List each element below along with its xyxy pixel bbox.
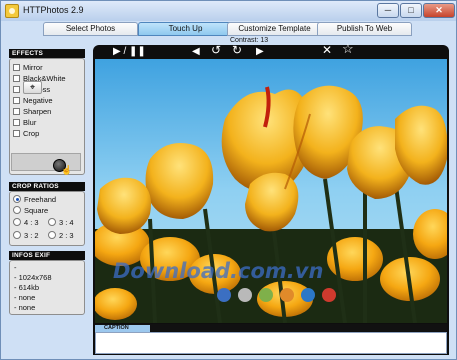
radio-icon[interactable] [13,231,21,240]
watermark-dot [259,288,273,302]
effect-negative[interactable]: Negative [13,96,53,106]
ratio-3-2[interactable]: 3 : 2 [13,231,39,241]
close-button[interactable]: ✕ [423,3,455,18]
crosshair-button[interactable]: ⌖ [23,81,42,94]
checkbox-icon[interactable] [13,118,20,126]
caption-label: CAPTION [95,325,150,332]
tulip-photo[interactable]: Download.com.vn [95,59,447,323]
effect-crop[interactable]: Crop [13,129,39,139]
tulip-image [95,59,447,323]
watermark-text: Download.com.vn [113,259,324,283]
radio-icon[interactable] [48,218,56,227]
ratio-square[interactable]: Square [13,206,48,216]
exif-header: INFOS EXIF [9,251,85,260]
tab-select-photos[interactable]: Select Photos [43,22,138,36]
watermark-dot [217,288,231,302]
caption-input[interactable] [95,332,447,354]
radio-icon[interactable] [13,218,21,227]
effect-sharpen[interactable]: Sharpen [13,107,51,117]
rotate-left-icon[interactable]: ↺ [211,44,221,56]
crosshair-icon: ⌖ [29,82,36,92]
checkbox-icon[interactable] [13,96,20,104]
exif-line: - [14,263,17,272]
radio-icon[interactable] [13,206,21,215]
checkbox-icon[interactable] [13,74,20,82]
crop-ratios-panel: Freehand Square 4 : 3 3 : 4 3 : 2 2 : 3 [9,191,85,246]
window-title: HTTPhotos 2.9 [23,5,84,15]
ratio-3-4[interactable]: 3 : 4 [48,218,74,228]
minimize-button[interactable]: ─ [377,3,399,18]
play-pause-button[interactable]: ▶ / ❚❚ [113,47,146,57]
watermark-dots [217,288,336,304]
next-icon[interactable]: ▶ [256,47,264,57]
rotate-right-icon[interactable]: ↻ [232,44,242,56]
exif-line: - 1024x768 [14,273,52,282]
tab-publish-to-web[interactable]: Publish To Web [317,22,412,36]
tab-touch-up[interactable]: Touch Up [138,22,233,36]
watermark-dot [301,288,315,302]
hand-cursor-icon: ☝ [61,165,73,175]
app-icon [5,4,19,18]
checkbox-icon[interactable] [13,107,20,115]
effects-header: EFFECTS [9,49,85,58]
effect-blur[interactable]: Blur [13,118,36,128]
ratio-freehand[interactable]: Freehand [13,195,56,205]
ratio-4-3[interactable]: 4 : 3 [13,218,39,228]
radio-icon[interactable] [48,231,56,240]
exif-line: - 614kb [14,283,40,292]
exif-line: - none [14,303,36,312]
exif-line: - none [14,293,36,302]
watermark-dot [238,288,252,302]
maximize-button[interactable]: □ [400,3,422,18]
title-bar[interactable]: HTTPhotos 2.9 ─ □ ✕ [1,1,456,21]
effect-mirror[interactable]: Mirror [13,63,43,73]
watermark-dot [322,288,336,302]
previous-icon[interactable]: ◀ [192,47,200,57]
checkbox-icon[interactable] [13,85,20,93]
checkbox-icon[interactable] [13,129,20,137]
crop-ratios-header: CROP RATIOS [9,182,85,191]
delete-icon[interactable]: ✕ [322,44,332,56]
ratio-2-3[interactable]: 2 : 3 [48,231,74,241]
checkbox-icon[interactable] [13,63,20,71]
tab-customize-template[interactable]: Customize Template [227,22,322,36]
watermark-dot [280,288,294,302]
favorite-star-icon[interactable]: ☆ [342,42,354,55]
radio-icon[interactable] [13,195,21,204]
exif-panel: - - 1024x768 - 614kb - none - none [9,260,85,315]
